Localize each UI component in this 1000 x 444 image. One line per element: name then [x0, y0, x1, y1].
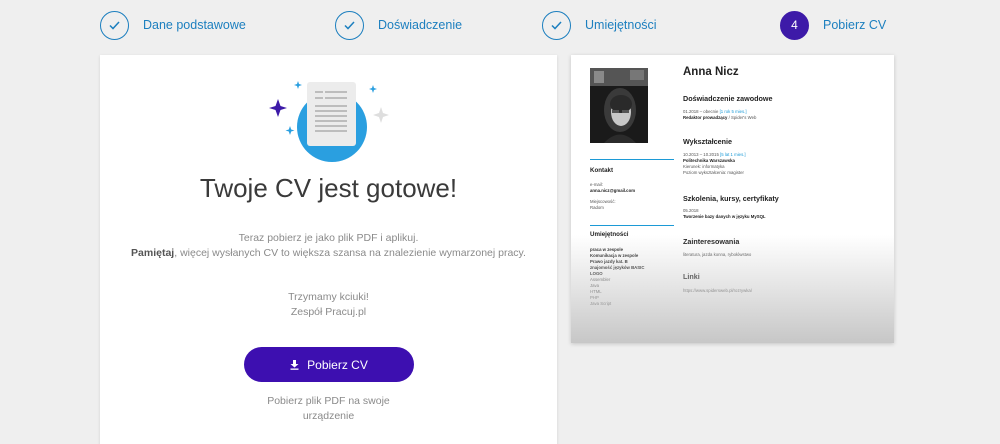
cv-city: Radom: [590, 205, 604, 210]
cv-section-education: Wykształcenie: [683, 137, 733, 146]
cv-divider: [590, 225, 674, 226]
cv-section-links: Linki: [683, 272, 700, 281]
cv-training-name: Tworzenie bazy danych w języku MySQL: [683, 214, 766, 219]
step-pobierz-cv[interactable]: 4 Pobierz CV: [780, 10, 886, 40]
cv-link: https://www.spidersweb.pl/rozrywka/: [683, 288, 753, 293]
cv-section-experience: Doświadczenie zawodowe: [683, 94, 773, 103]
cv-exp-role-row: Redaktor prowadzący / Spider's Web: [683, 115, 756, 121]
cv-exp-role: Redaktor prowadzący: [683, 115, 728, 120]
step-label: Doświadczenie: [378, 18, 463, 32]
profile-photo: [590, 68, 648, 143]
hint-line: Pobierz plik PDF na swoje: [267, 395, 390, 407]
cv-edu-level: Poziom wykształcenia: magister: [683, 170, 744, 175]
page-title: Twoje CV jest gotowe!: [199, 173, 458, 203]
thanks-message: Trzymamy kciuki! Zespół Pracuj.pl: [130, 290, 527, 320]
cv-edu-duration: [5 lat 1 mies.]: [720, 152, 746, 157]
reminder-text: , więcej wysłanych CV to większa szansa …: [174, 247, 526, 259]
check-icon: [100, 10, 129, 40]
cv-skill-item: Java Script: [590, 301, 612, 306]
download-hint: Pobierz plik PDF na swoje urządzenie: [200, 394, 457, 424]
cv-preview[interactable]: Anna Nicz Doświadczenie zawodowe 01.2018…: [571, 55, 894, 343]
cv-exp-company: / Spider's Web: [727, 115, 757, 120]
cv-skills-list: praca w zespole Komunikacja w zespole Pr…: [590, 247, 644, 307]
cv-interests: literatura, jazda konna, rybołówstwo: [683, 252, 752, 257]
cv-section-skills: Umiejętności: [590, 231, 629, 238]
check-icon: [542, 10, 571, 40]
step-number: 4: [780, 10, 809, 40]
description-line: Teraz pobierz je jako plik PDF i aplikuj…: [238, 232, 419, 244]
document-illustration: [269, 81, 389, 162]
description: Teraz pobierz je jako plik PDF i aplikuj…: [130, 231, 527, 261]
step-label: Dane podstawowe: [143, 18, 246, 32]
cv-section-training: Szkolenia, kursy, certyfikaty: [683, 194, 779, 203]
hint-line: urządzenie: [302, 410, 355, 422]
cv-edu-dates: 10.2013 – 10.2015: [683, 152, 719, 157]
cv-name: Anna Nicz: [683, 66, 739, 78]
step-doswiadczenie[interactable]: Doświadczenie: [335, 10, 462, 40]
thanks-line: Trzymamy kciuki!: [288, 291, 369, 303]
cv-ready-panel: Twoje CV jest gotowe! Teraz pobierz je j…: [100, 55, 557, 444]
reminder-bold: Pamiętaj: [131, 247, 175, 259]
cv-section-interests: Zainteresowania: [683, 237, 740, 246]
cv-exp-duration: [1 rok 5 mies.]: [719, 109, 747, 114]
check-icon: [335, 10, 364, 40]
step-dane-podstawowe[interactable]: Dane podstawowe: [100, 10, 246, 40]
step-label: Pobierz CV: [823, 18, 887, 32]
step-label: Umiejętności: [585, 18, 657, 32]
description-reminder: Pamiętaj, więcej wysłanych CV to większa…: [130, 246, 527, 261]
progress-stepper: Dane podstawowe Doświadczenie Umiejętnoś…: [0, 0, 1000, 52]
cv-divider: [590, 159, 674, 160]
download-cv-button[interactable]: Pobierz CV: [244, 347, 414, 382]
team-signature: Zespół Pracuj.pl: [290, 306, 367, 318]
cv-email: anna.nicz@gmail.com: [590, 188, 636, 193]
download-icon: [290, 359, 299, 370]
cv-exp-dates: 01.2018 – obecnie: [683, 109, 719, 114]
cv-section-contact: Kontakt: [590, 167, 614, 174]
step-umiejetnosci[interactable]: Umiejętności: [542, 10, 657, 40]
download-label: Pobierz CV: [307, 357, 368, 372]
